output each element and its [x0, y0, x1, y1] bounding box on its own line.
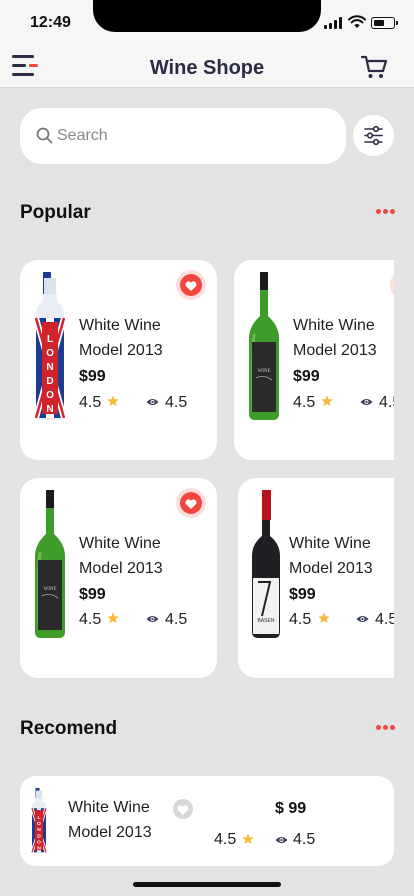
product-rating: 4.5 — [214, 831, 237, 848]
eye-icon — [146, 399, 159, 405]
product-rating: 4.5 — [293, 394, 316, 411]
heart-icon — [185, 499, 197, 509]
popular-more-button[interactable] — [376, 207, 396, 217]
star-icon — [107, 612, 119, 623]
favorite-button[interactable] — [180, 274, 202, 296]
product-price: $99 — [293, 368, 320, 385]
product-model: Model 2013 — [79, 342, 163, 359]
heart-icon — [185, 281, 197, 291]
product-model: Model 2013 — [68, 824, 152, 841]
wine-bottle-image — [247, 272, 281, 422]
product-price: $99 — [289, 586, 316, 603]
star-icon — [321, 395, 333, 406]
home-indicator[interactable] — [133, 882, 281, 887]
product-card[interactable]: White Wine Model 2013 $99 4.5 4.5 — [20, 478, 217, 678]
product-name: White Wine — [79, 317, 161, 334]
product-price: $99 — [79, 586, 106, 603]
product-rating: 4.5 — [79, 394, 102, 411]
product-price: $99 — [79, 368, 106, 385]
product-card[interactable]: White Wine Model 2013 $99 4.5 4.5 — [238, 478, 394, 678]
device-notch — [93, 0, 321, 32]
product-model: Model 2013 — [293, 342, 377, 359]
product-card[interactable]: White Wine Model 2013 $99 4.5 4.5 — [234, 260, 394, 460]
wine-bottle-image — [32, 272, 68, 422]
product-card[interactable]: White Wine Model 2013 $99 4.5 4.5 — [20, 260, 217, 460]
star-icon — [242, 833, 254, 844]
product-views: 4.5 — [165, 394, 188, 411]
battery-icon — [371, 17, 398, 29]
search-input[interactable] — [57, 108, 337, 164]
popular-section-title: Popular — [20, 202, 91, 223]
status-bar: 12:49 — [0, 0, 414, 44]
product-model: Model 2013 — [79, 560, 163, 577]
product-model: Model 2013 — [289, 560, 373, 577]
product-views: 4.5 — [379, 394, 394, 411]
product-rating: 4.5 — [289, 611, 312, 628]
status-time: 12:49 — [30, 14, 71, 31]
filter-button[interactable] — [353, 115, 394, 156]
sliders-icon — [364, 125, 383, 146]
app-header: Wine Shope — [0, 44, 414, 88]
product-views: 4.5 — [293, 831, 316, 848]
star-icon — [318, 612, 330, 623]
product-name: White Wine — [79, 535, 161, 552]
cart-icon[interactable] — [360, 53, 388, 81]
wifi-icon — [348, 15, 366, 28]
eye-icon — [275, 837, 288, 843]
recommend-more-button[interactable] — [376, 723, 396, 733]
eye-icon — [360, 399, 373, 405]
favorite-button[interactable] — [180, 492, 202, 514]
product-name: White Wine — [293, 317, 375, 334]
product-name: White Wine — [289, 535, 371, 552]
product-price: $ 99 — [275, 800, 307, 817]
product-name: White Wine — [68, 799, 150, 816]
page-title: Wine Shope — [149, 57, 265, 79]
product-rating: 4.5 — [79, 611, 102, 628]
search-bar — [20, 108, 346, 164]
eye-icon — [356, 616, 369, 622]
eye-icon — [146, 616, 159, 622]
recommend-item-card[interactable]: White Wine Model 2013 $ 99 4.5 4.5 — [20, 776, 394, 866]
favorite-button[interactable] — [173, 799, 193, 819]
star-icon — [107, 395, 119, 406]
heart-icon — [177, 805, 189, 815]
wine-bottle-image — [251, 490, 281, 639]
wine-bottle-image — [33, 490, 67, 640]
product-views: 4.5 — [165, 611, 188, 628]
search-icon — [36, 127, 53, 144]
product-views: 4.5 — [375, 611, 394, 628]
cellular-signal-icon — [324, 17, 342, 29]
popular-carousel-overflow: White Wine Model 2013 $99 4.5 4.5 White … — [234, 260, 394, 680]
recommend-section-title: Recomend — [20, 718, 118, 739]
wine-bottle-image — [30, 788, 48, 854]
